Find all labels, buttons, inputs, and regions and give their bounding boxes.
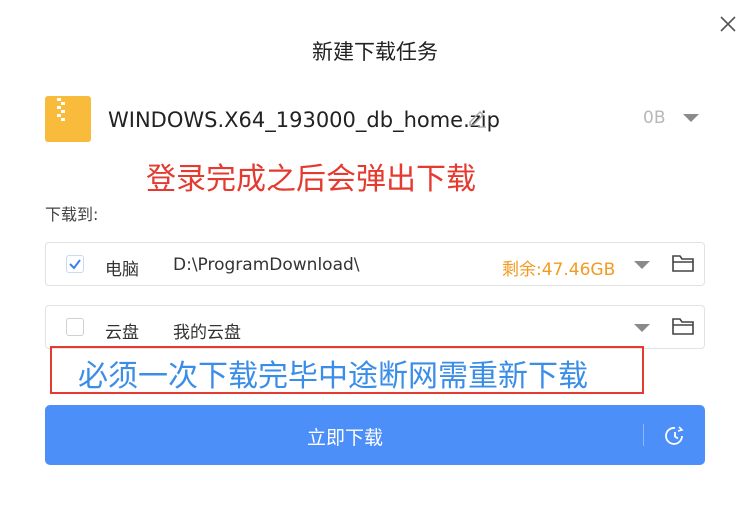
zip-file-icon [45, 96, 91, 142]
file-size: 0B [643, 108, 666, 128]
download-now-button[interactable]: 立即下载 [45, 405, 705, 465]
chevron-down-icon [634, 324, 650, 332]
chevron-down-icon [683, 114, 699, 122]
save-to-label: 下载到: [45, 205, 99, 224]
folder-icon [672, 318, 694, 335]
chevron-down-icon [634, 261, 650, 269]
dialog-title: 新建下载任务 [312, 40, 438, 64]
pc-label: 电脑 [105, 260, 139, 280]
close-button[interactable] [714, 10, 742, 38]
cloud-path-dropdown[interactable] [634, 324, 650, 332]
file-name: WINDOWS.X64_193000_db_home.zip [108, 108, 500, 132]
cloud-label: 云盘 [105, 323, 139, 343]
cloud-browse-folder-button[interactable] [671, 316, 695, 340]
pc-checkbox[interactable] [66, 255, 84, 273]
pc-path: D:\ProgramDownload\ [173, 255, 360, 275]
check-icon [69, 259, 81, 270]
pencil-icon [469, 111, 486, 128]
close-icon [720, 16, 736, 32]
pc-browse-folder-button[interactable] [671, 253, 695, 277]
save-location-cloud[interactable]: 云盘 我的云盘 [45, 305, 705, 349]
download-now-label: 立即下载 [306, 427, 383, 449]
annotation-login-note: 登录完成之后会弹出下载 [146, 162, 476, 197]
pc-free-space: 剩余:47.46GB [502, 260, 616, 280]
clock-icon [665, 426, 684, 445]
pc-path-dropdown[interactable] [634, 261, 650, 269]
button-divider [643, 424, 644, 446]
save-location-pc[interactable]: 电脑 D:\ProgramDownload\ 剩余:47.46GB [45, 242, 705, 286]
edit-filename-button[interactable] [466, 108, 488, 130]
annotation-network-note: 必须一次下载完毕中途断网需重新下载 [78, 359, 588, 394]
cloud-checkbox[interactable] [66, 318, 84, 336]
cloud-path: 我的云盘 [173, 323, 241, 343]
file-size-dropdown[interactable] [683, 114, 699, 122]
scheduled-download-button[interactable] [663, 424, 687, 448]
folder-icon [672, 255, 694, 272]
